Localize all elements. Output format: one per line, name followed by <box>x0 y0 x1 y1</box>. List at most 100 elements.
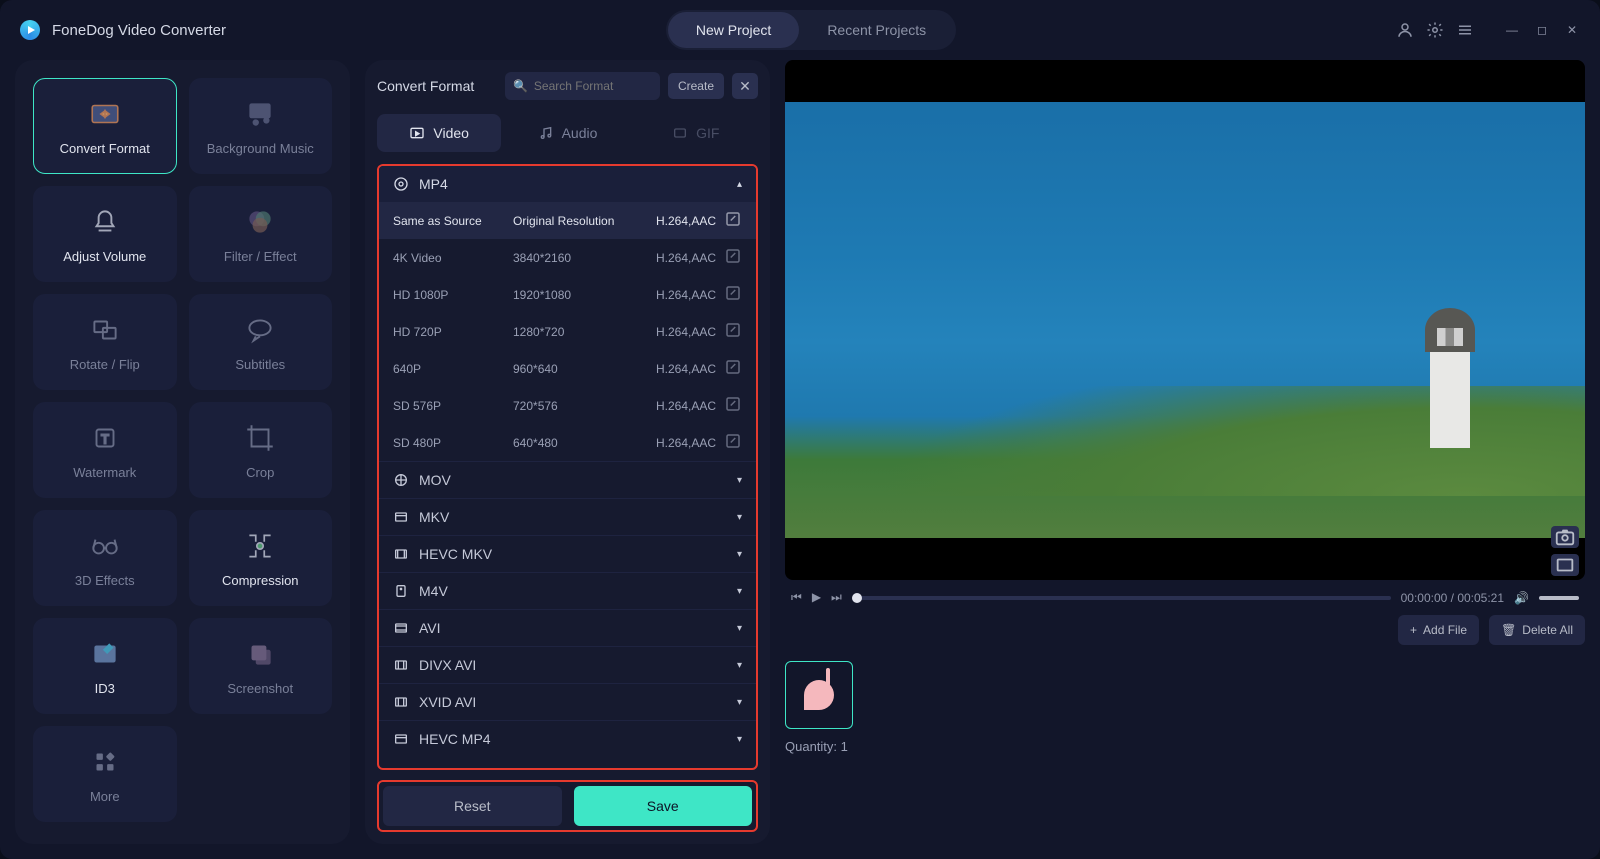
fmt-group-collapsed[interactable]: XVID AVI▾ <box>379 683 756 720</box>
preset-resolution: 1920*1080 <box>513 288 636 302</box>
search-format-wrap[interactable]: 🔍 <box>505 72 660 100</box>
format-icon <box>393 472 409 488</box>
preset-row[interactable]: 640P960*640H.264,AAC <box>379 350 756 387</box>
reset-button[interactable]: Reset <box>383 786 562 826</box>
fmt-group-collapsed[interactable]: MOV▾ <box>379 461 756 498</box>
quantity-label: Quantity: 1 <box>785 739 1585 754</box>
format-icon <box>393 694 409 710</box>
preset-resolution: 3840*2160 <box>513 251 636 265</box>
next-button[interactable]: ⏭ <box>831 590 842 605</box>
tool-subtitles[interactable]: Subtitles <box>189 294 333 390</box>
close-panel-button[interactable]: ✕ <box>732 73 758 99</box>
preset-resolution: 640*480 <box>513 436 636 450</box>
tool-adjust-volume[interactable]: Adjust Volume <box>33 186 177 282</box>
tools-sidebar: Convert Format Background Music Adjust V… <box>15 60 350 844</box>
format-group-label: HEVC MP4 <box>419 731 491 747</box>
bell-icon <box>88 205 122 239</box>
tool-3d-effects[interactable]: 3D Effects <box>33 510 177 606</box>
preset-codec: H.264,AAC <box>636 251 716 265</box>
preset-codec: H.264,AAC <box>636 399 716 413</box>
subtitles-icon <box>243 313 277 347</box>
fmt-group-collapsed[interactable]: M4V▾ <box>379 572 756 609</box>
tool-filter-effect[interactable]: Filter / Effect <box>189 186 333 282</box>
preset-row[interactable]: 4K Video3840*2160H.264,AAC <box>379 239 756 276</box>
edit-icon[interactable] <box>724 284 742 305</box>
fmt-group-collapsed[interactable]: HEVC MP4 ▾ <box>379 720 756 757</box>
preset-row[interactable]: HD 720P1280*720H.264,AAC <box>379 313 756 350</box>
tool-background-music[interactable]: Background Music <box>189 78 333 174</box>
tab-recent-projects[interactable]: Recent Projects <box>799 12 954 48</box>
music-note-icon <box>804 680 834 710</box>
preset-codec: H.264,AAC <box>636 325 716 339</box>
delete-all-button[interactable]: 🗑Delete All <box>1489 615 1585 645</box>
fmt-group-collapsed[interactable]: MKV▾ <box>379 498 756 535</box>
video-preview[interactable] <box>785 60 1585 580</box>
preset-row[interactable]: HD 1080P1920*1080H.264,AAC <box>379 276 756 313</box>
fmt-group-collapsed[interactable]: DIVX AVI▾ <box>379 646 756 683</box>
preset-resolution: Original Resolution <box>513 214 636 228</box>
prev-button[interactable]: ⏮ <box>791 590 802 605</box>
edit-icon[interactable] <box>724 395 742 416</box>
audio-icon <box>538 125 554 141</box>
glasses-icon <box>88 529 122 563</box>
tool-rotate-flip[interactable]: Rotate / Flip <box>33 294 177 390</box>
format-icon <box>393 583 409 599</box>
edit-icon[interactable] <box>724 321 742 342</box>
account-icon[interactable] <box>1396 21 1414 39</box>
tool-convert-format[interactable]: Convert Format <box>33 78 177 174</box>
chevron-down-icon: ▾ <box>737 623 742 634</box>
create-button[interactable]: Create <box>668 73 724 99</box>
save-button[interactable]: Save <box>574 786 753 826</box>
fmt-group-collapsed[interactable]: HEVC MKV▾ <box>379 535 756 572</box>
menu-icon[interactable] <box>1456 21 1474 39</box>
gif-icon <box>672 125 688 141</box>
maximize-button[interactable]: ◻ <box>1534 22 1550 38</box>
search-format-input[interactable] <box>534 79 652 93</box>
add-file-button[interactable]: +Add File <box>1398 615 1479 645</box>
format-group-label: XVID AVI <box>419 694 476 710</box>
search-icon: 🔍 <box>513 79 528 93</box>
snapshot-button[interactable] <box>1551 526 1579 548</box>
fmt-group-mp4[interactable]: MP4 ▴ <box>379 166 756 202</box>
tab-new-project[interactable]: New Project <box>668 12 799 48</box>
tool-compression[interactable]: Compression <box>189 510 333 606</box>
preset-row[interactable]: Same as SourceOriginal ResolutionH.264,A… <box>379 202 756 239</box>
tool-watermark[interactable]: T Watermark <box>33 402 177 498</box>
app-logo-icon <box>20 20 40 40</box>
tool-crop[interactable]: Crop <box>189 402 333 498</box>
tool-id3[interactable]: ID3 <box>33 618 177 714</box>
file-thumbnail[interactable] <box>785 661 853 729</box>
volume-icon[interactable]: 🔊 <box>1514 591 1529 605</box>
preset-resolution: 960*640 <box>513 362 636 376</box>
preset-name: 640P <box>393 362 513 376</box>
compression-icon <box>243 529 277 563</box>
format-icon <box>393 657 409 673</box>
fullscreen-button[interactable] <box>1551 554 1579 576</box>
format-group-label: MOV <box>419 472 451 488</box>
gear-icon[interactable] <box>1426 21 1444 39</box>
volume-slider[interactable] <box>1539 596 1579 600</box>
preset-codec: H.264,AAC <box>636 436 716 450</box>
edit-icon[interactable] <box>724 247 742 268</box>
tab-audio[interactable]: Audio <box>505 114 629 152</box>
tool-screenshot[interactable]: Screenshot <box>189 618 333 714</box>
preset-row[interactable]: SD 480P640*480H.264,AAC <box>379 424 756 461</box>
format-group-label: DIVX AVI <box>419 657 476 673</box>
preset-row[interactable]: SD 576P720*576H.264,AAC <box>379 387 756 424</box>
close-window-button[interactable]: ✕ <box>1564 22 1580 38</box>
minimize-button[interactable]: — <box>1504 22 1520 38</box>
tool-more[interactable]: More <box>33 726 177 822</box>
music-icon <box>243 97 277 131</box>
edit-icon[interactable] <box>724 358 742 379</box>
edit-icon[interactable] <box>724 432 742 453</box>
progress-bar[interactable] <box>852 596 1391 600</box>
mp4-icon <box>393 176 409 192</box>
chevron-down-icon: ▾ <box>737 512 742 523</box>
tab-gif[interactable]: GIF <box>634 114 758 152</box>
fmt-group-collapsed[interactable]: AVI▾ <box>379 609 756 646</box>
screenshot-icon <box>243 637 277 671</box>
edit-icon[interactable] <box>724 210 742 231</box>
chevron-down-icon: ▾ <box>737 734 742 745</box>
tab-video[interactable]: Video <box>377 114 501 152</box>
play-button[interactable]: ▶ <box>812 590 821 605</box>
